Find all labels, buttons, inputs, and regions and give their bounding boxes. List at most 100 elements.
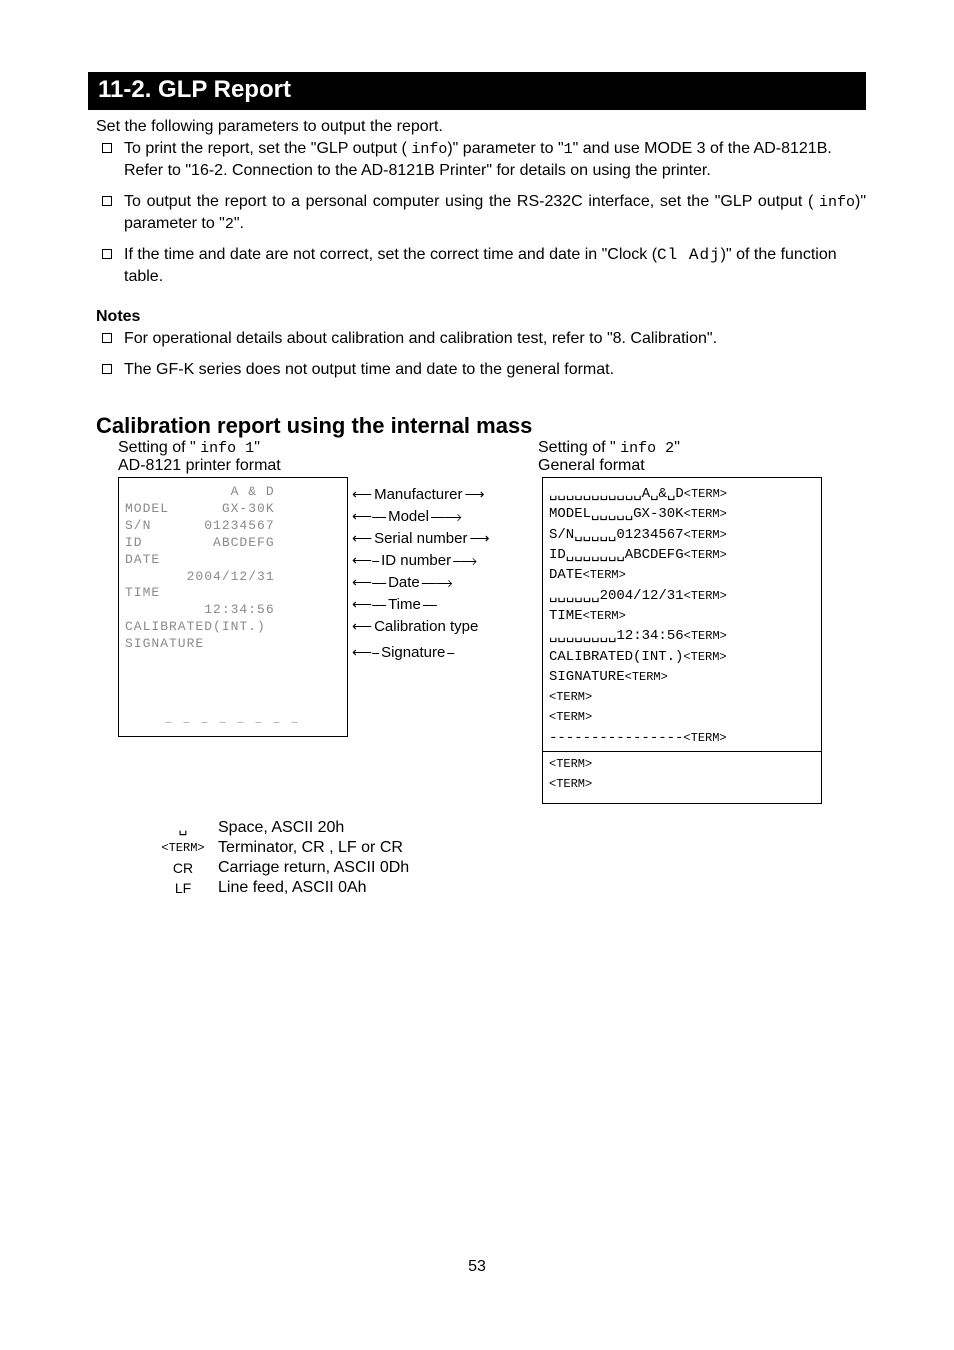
legend-term-symbol: <TERM> (148, 841, 218, 855)
legend-space-symbol: ␣ (148, 819, 218, 836)
lcd-line: MODEL GX-30K (125, 501, 341, 518)
arrow-line-icon: ⎯⎯ (423, 596, 437, 613)
text: Setting of " (118, 439, 200, 456)
left-setting-label: Setting of " info 1" (118, 439, 538, 457)
segment-code: info (411, 141, 447, 158)
lcd-line: 12:34:56 (125, 602, 341, 619)
segment-code: info 1 (200, 440, 254, 457)
bullet-list-a: To print the report, set the "GLP output… (96, 136, 866, 294)
legend: ␣ Space, ASCII 20h <TERM> Terminator, CR… (148, 818, 866, 898)
label-caltype: Calibration type (372, 618, 480, 635)
term-token: <TERM> (549, 777, 592, 791)
term-token: <TERM> (549, 710, 592, 724)
label-time: Time (386, 596, 423, 613)
right-sub-label: General format (538, 457, 866, 475)
arrow-left-icon: ⟵ (352, 486, 372, 503)
arrow-right-icon: ⎯⎯⟶ (422, 574, 453, 591)
code-text: ␣␣␣␣␣␣2004/12/31 (549, 588, 684, 604)
list-item: The GF-K series does not output time and… (96, 357, 866, 387)
legend-lf-symbol: LF (148, 880, 218, 896)
lcd-line: CALIBRATED(INT.) (125, 619, 341, 636)
arrow-left-icon: ⟵⎯⎯ (352, 508, 386, 525)
arrow-right-icon: ⎯⟶ (453, 552, 477, 569)
term-token: <TERM> (583, 609, 626, 623)
arrow-left-icon: ⟵⎯ (352, 644, 379, 661)
segment-code: 1 (564, 141, 573, 158)
code-text: SIGNATURE (549, 669, 625, 685)
arrow-left-icon: ⟵⎯ (352, 552, 379, 569)
term-token: <TERM> (683, 731, 726, 745)
label-serial: Serial number (372, 530, 469, 547)
lcd-line: TIME (125, 585, 341, 602)
label-id: ID number (379, 552, 453, 569)
term-token: <TERM> (684, 507, 727, 521)
list-item: If the time and date are not correct, se… (96, 242, 866, 295)
term-token: <TERM> (684, 487, 727, 501)
legend-term-text: Terminator, CR , LF or CR (218, 839, 403, 857)
term-token: <TERM> (684, 629, 727, 643)
lcd-line: 2004/12/31 (125, 569, 341, 586)
text: )" parameter to " (447, 140, 563, 157)
text: " (254, 439, 260, 456)
arrow-right-icon: ⟶ (464, 486, 484, 503)
list-item: For operational details about calibratio… (96, 326, 866, 356)
left-sub-label: AD-8121 printer format (118, 457, 538, 475)
term-token: <TERM> (549, 690, 592, 704)
lcd-line: S/N 01234567 (125, 518, 341, 535)
notes-heading: Notes (96, 308, 866, 326)
term-token: <TERM> (683, 650, 726, 664)
code-text: TIME (549, 608, 583, 624)
text: To output the report to a personal compu… (124, 193, 819, 210)
code-text: CALIBRATED(INT.) (549, 649, 683, 665)
term-token: <TERM> (684, 548, 727, 562)
segment-code: info 2 (620, 440, 674, 457)
segment-code: 2 (225, 216, 234, 233)
segment-code: info (819, 194, 855, 211)
printer-format-panel: A & D MODEL GX-30K S/N 01234567 ID ABCDE… (118, 477, 348, 737)
page-number: 53 (88, 1258, 866, 1276)
calibration-heading: Calibration report using the internal ma… (96, 413, 866, 439)
term-token: <TERM> (684, 589, 727, 603)
legend-cr-text: Carriage return, ASCII 0Dh (218, 859, 409, 877)
lcd-line: ID ABCDEFG (125, 535, 341, 552)
figure-row: A & D MODEL GX-30K S/N 01234567 ID ABCDE… (118, 477, 866, 803)
segment-code: Cl Adj (657, 246, 721, 264)
text: If the time and date are not correct, se… (124, 246, 657, 263)
intro-text: Set the following parameters to output t… (96, 118, 866, 136)
lcd-line: DATE (125, 552, 341, 569)
term-token: <TERM> (625, 670, 668, 684)
arrow-left-icon: ⟵⎯⎯ (352, 574, 386, 591)
label-signature: Signature (379, 644, 447, 661)
code-text: DATE (549, 567, 583, 583)
lcd-line: SIGNATURE (125, 636, 341, 653)
term-token: <TERM> (684, 528, 727, 542)
term-token: <TERM> (583, 568, 626, 582)
list-item: To print the report, set the "GLP output… (96, 136, 866, 189)
arrow-right-icon: ⟶ (469, 530, 489, 547)
label-date: Date (386, 574, 422, 591)
arrow-left-icon: ⟵ (352, 618, 372, 635)
divider (543, 750, 821, 752)
section-heading: 11-2. GLP Report (88, 72, 866, 110)
list-item: To output the report to a personal compu… (96, 189, 866, 242)
arrow-left-icon: ⟵⎯⎯ (352, 596, 386, 613)
legend-space-text: Space, ASCII 20h (218, 819, 344, 837)
code-text: MODEL␣␣␣␣␣GX-30K (549, 506, 684, 522)
general-format-panel: ␣␣␣␣␣␣␣␣␣␣␣A␣&␣D<TERM> MODEL␣␣␣␣␣GX-30K<… (542, 477, 822, 803)
tear-line-icon: — — — — — — — — (119, 717, 347, 730)
legend-cr-symbol: CR (148, 860, 218, 876)
bullet-list-b: For operational details about calibratio… (96, 326, 866, 387)
term-token: <TERM> (549, 757, 592, 771)
legend-lf-text: Line feed, ASCII 0Ah (218, 879, 367, 897)
label-manufacturer: Manufacturer (372, 486, 464, 503)
code-text: ␣␣␣␣␣␣␣␣12:34:56 (549, 628, 684, 644)
arrow-right-icon: ⎯⎯⟶ (431, 508, 462, 525)
text: To print the report, set the "GLP output… (124, 140, 411, 157)
text: " (674, 439, 680, 456)
code-text: ID␣␣␣␣␣␣␣ABCDEFG (549, 547, 684, 563)
code-text: S/N␣␣␣␣␣01234567 (549, 527, 684, 543)
label-model: Model (386, 508, 431, 525)
lcd-line: A & D (125, 484, 341, 501)
middle-labels-column: ⟵ Manufacturer ⟶ ⟵⎯⎯ Model ⎯⎯⟶ ⟵ Serial … (348, 477, 542, 803)
text: ". (234, 215, 244, 232)
